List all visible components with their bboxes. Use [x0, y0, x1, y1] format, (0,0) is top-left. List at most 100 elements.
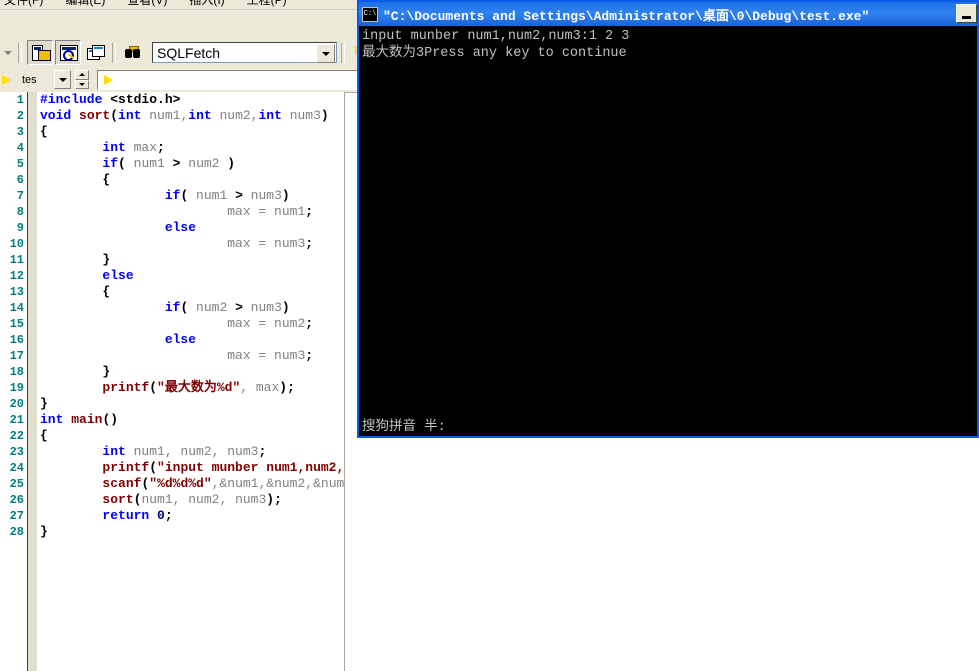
code-line[interactable]: 8 max = num1;: [0, 204, 344, 220]
code-line-text: int num1, num2, num3;: [102, 444, 267, 459]
code-line-text: {: [102, 284, 111, 299]
window-controls: [955, 4, 977, 23]
code-line[interactable]: 21 int main(): [0, 412, 344, 428]
line-number: 17: [9, 349, 24, 363]
code-line-text: if( num1 > num2 ): [102, 156, 236, 171]
code-line-text: else: [102, 268, 134, 283]
code-line[interactable]: 9 else: [0, 220, 344, 236]
menu-bar-items: 文件(F) 编辑(E) 查看(V) 插入(I) 工程(P): [4, 0, 309, 8]
console-cmd-icon: C:\: [362, 6, 378, 22]
code-line-text: void sort(int num1,int num2,int num3): [40, 108, 329, 123]
chevron-down-icon[interactable]: [54, 70, 71, 89]
code-line-text: sort(num1, num2, num3);: [102, 492, 282, 507]
code-editor[interactable]: 1 #include <stdio.h> 2 void sort(int num1,i…: [0, 92, 345, 671]
minimize-button[interactable]: [956, 4, 977, 23]
code-line[interactable]: 22 {: [0, 428, 344, 444]
magnifier-window-icon: [59, 45, 78, 61]
cascade-windows-icon: [86, 45, 105, 60]
code-line[interactable]: 23 int num1, num2, num3;: [0, 444, 344, 460]
code-line[interactable]: 15 max = num2;: [0, 316, 344, 332]
console-title-bar[interactable]: C:\ "C:\Documents and Settings\Administr…: [359, 2, 977, 26]
console-line: 最大数为3Press any key to continue: [362, 46, 627, 61]
workspace-button[interactable]: [27, 40, 53, 65]
code-line[interactable]: 25 scanf("%d%d%d",&num1,&num2,&num3);: [0, 476, 344, 492]
target-combo[interactable]: tes: [19, 70, 71, 89]
code-line[interactable]: 10 max = num3;: [0, 236, 344, 252]
spin-updown-icon[interactable]: [75, 70, 89, 89]
find-in-files-button[interactable]: [121, 41, 145, 64]
line-number: 24: [9, 461, 24, 475]
code-line-text: max = num2;: [40, 316, 314, 331]
line-number: 16: [9, 333, 24, 347]
line-number: 13: [9, 285, 24, 299]
toolbar-separator: [18, 42, 22, 63]
console-window[interactable]: C:\ "C:\Documents and Settings\Administr…: [357, 0, 979, 438]
code-line[interactable]: 5 if( num1 > num2 ): [0, 156, 344, 172]
code-lines[interactable]: 1 #include <stdio.h> 2 void sort(int num1,i…: [0, 92, 345, 671]
line-number: 22: [9, 429, 24, 443]
binoculars-icon: [124, 45, 142, 60]
code-line-text: printf("input munber num1,num2,num3:");: [102, 460, 345, 475]
menu-item-project[interactable]: 工程(P): [247, 0, 287, 7]
code-line[interactable]: 28}: [0, 524, 344, 540]
code-line[interactable]: 20}: [0, 396, 344, 412]
code-line[interactable]: 27 return 0;: [0, 508, 344, 524]
console-line: input munber num1,num2,num3:1 2 3: [362, 29, 630, 44]
line-number: 14: [9, 301, 24, 315]
code-line-text: int max;: [102, 140, 165, 155]
menu-item-file[interactable]: 文件(F): [4, 0, 43, 7]
line-number: 28: [9, 525, 24, 539]
code-line-text: }: [40, 396, 48, 411]
console-output[interactable]: input munber num1,num2,num3:1 2 3 最大数为3Pr…: [359, 26, 977, 436]
line-number: 8: [16, 205, 24, 219]
chevron-down-icon[interactable]: [316, 44, 335, 63]
code-line-text: #include <stdio.h>: [40, 92, 181, 107]
menu-item-insert[interactable]: 插入(I): [189, 0, 224, 7]
line-number: 18: [9, 365, 24, 379]
chevron-down-icon[interactable]: [2, 42, 14, 64]
code-line-text: {: [40, 428, 48, 443]
code-line-text: if( num1 > num3): [164, 188, 290, 203]
code-line-text: return 0;: [102, 508, 173, 523]
menu-item-edit[interactable]: 编辑(E): [65, 0, 105, 7]
yellow-arrow-icon: [104, 74, 113, 85]
code-line[interactable]: 7 if( num1 > num3): [0, 188, 344, 204]
code-line-text: }: [102, 364, 111, 379]
code-line[interactable]: 2 void sort(int num1,int num2,int num3): [0, 108, 344, 124]
toolbar-separator: [341, 42, 345, 63]
output-window-button[interactable]: [55, 40, 81, 65]
code-line[interactable]: 4 int max;: [0, 140, 344, 156]
line-number: 3: [16, 125, 24, 139]
ime-status-text: 搜狗拼音 半:: [362, 420, 446, 435]
code-line[interactable]: 24 printf("input munber num1,num2,num3:"…: [0, 460, 345, 476]
cascade-windows-button[interactable]: [83, 41, 107, 64]
line-number: 20: [9, 397, 24, 411]
line-number: 10: [9, 237, 24, 251]
code-line[interactable]: 16 else: [0, 332, 344, 348]
code-line[interactable]: 19 printf("最大数为%d", max);: [0, 380, 344, 396]
code-line[interactable]: 12 else: [0, 268, 344, 284]
code-line[interactable]: 1 #include <stdio.h>: [0, 92, 344, 108]
code-line[interactable]: 13 {: [0, 284, 344, 300]
code-line-text: else: [164, 220, 197, 235]
code-line[interactable]: 11 }: [0, 252, 344, 268]
code-line[interactable]: 3{: [0, 124, 344, 140]
menu-item-view[interactable]: 查看(V): [127, 0, 167, 7]
search-combo[interactable]: SQLFetch: [152, 42, 337, 63]
code-line-text: }: [102, 252, 111, 267]
code-line[interactable]: 26 sort(num1, num2, num3);: [0, 492, 344, 508]
code-line[interactable]: 6 {: [0, 172, 344, 188]
code-line-text: else: [164, 332, 197, 347]
code-line[interactable]: 18 }: [0, 364, 344, 380]
line-number: 23: [9, 445, 24, 459]
line-number: 12: [9, 269, 24, 283]
code-line[interactable]: 17 max = num3;: [0, 348, 344, 364]
line-number: 2: [16, 109, 24, 123]
line-number: 11: [9, 253, 24, 267]
code-line-text: int main(): [40, 412, 119, 427]
folder-window-icon: [31, 45, 51, 61]
screen-root: 文件(F)编辑(E)查看(V)插入(I)工程(P) SQLFetch ?: [0, 0, 979, 671]
yellow-arrow-icon[interactable]: [2, 74, 11, 85]
code-line[interactable]: 14 if( num2 > num3): [0, 300, 344, 316]
line-number: 27: [9, 509, 24, 523]
